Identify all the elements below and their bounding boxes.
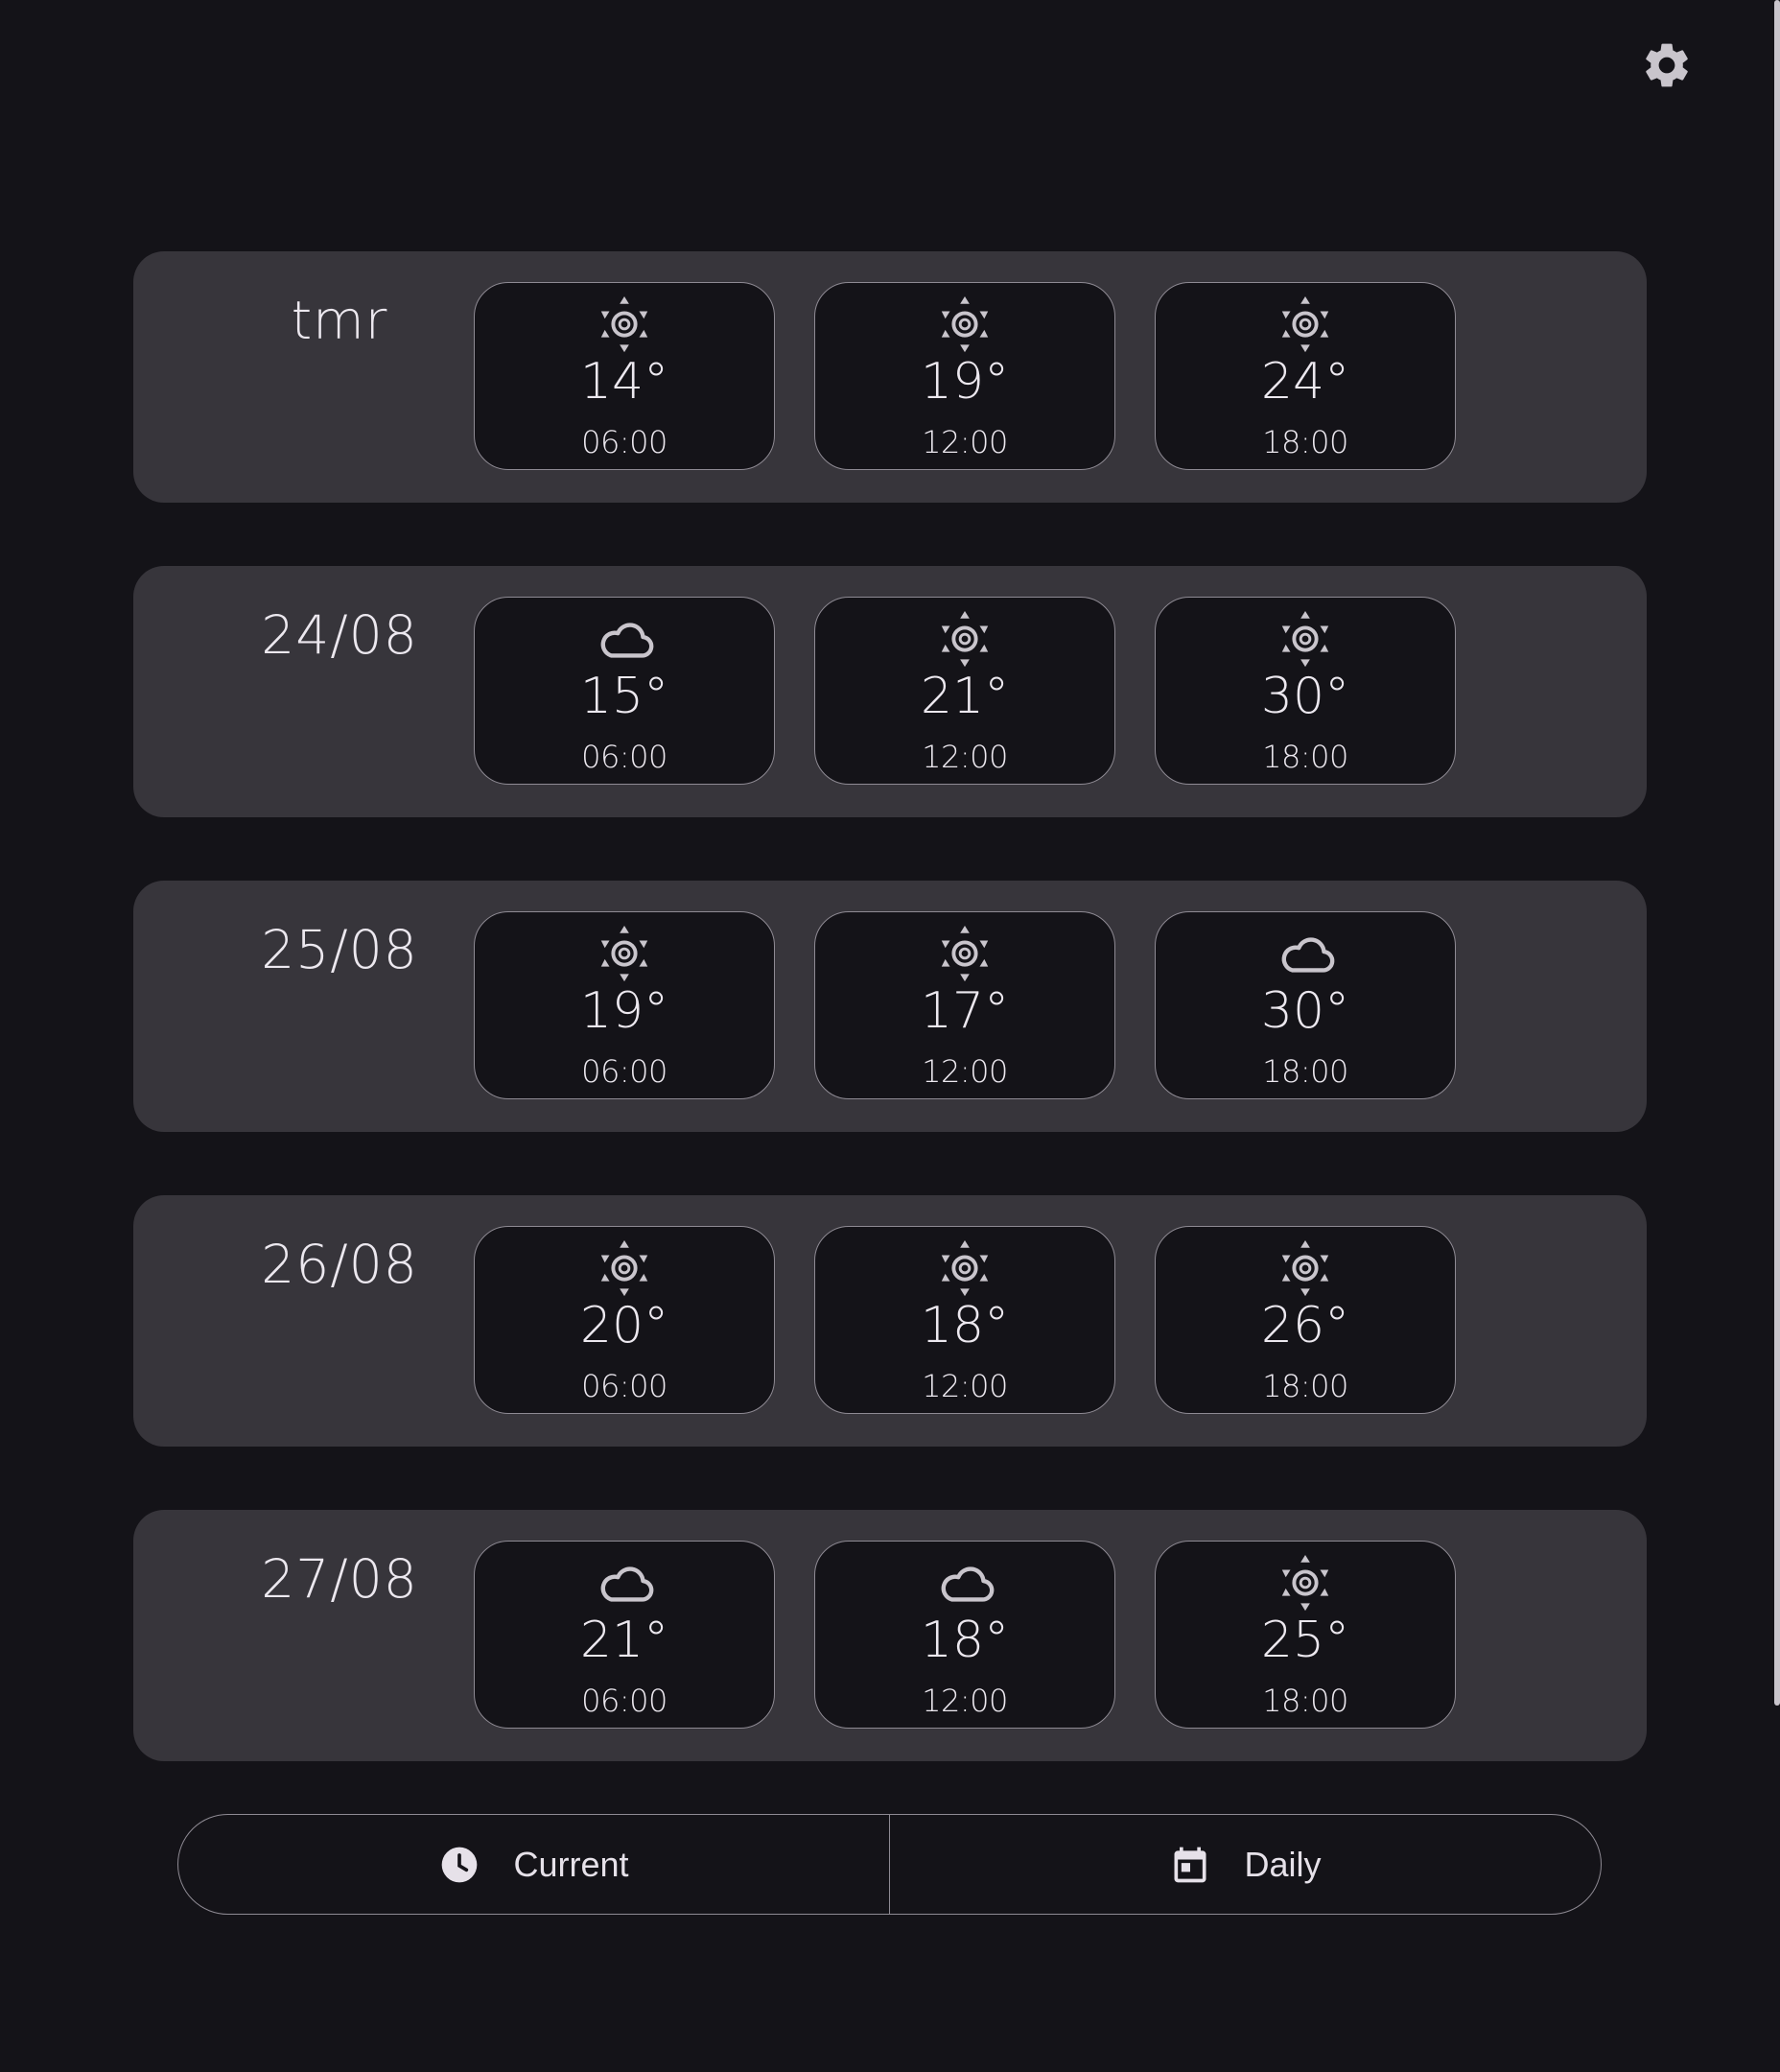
day-card: 24/08 15° 06:00 21° 12:00 30° 18:00 xyxy=(133,566,1647,817)
sun-icon xyxy=(595,924,654,983)
cloud-icon xyxy=(595,609,654,669)
temperature: 18° xyxy=(920,1612,1010,1669)
day-card: 25/08 19° 06:00 17° 12:00 30° 18:00 xyxy=(133,881,1647,1132)
day-card: tmr 14° 06:00 19° 12:00 24° 18:00 xyxy=(133,251,1647,503)
sun-icon xyxy=(935,1238,995,1298)
temperature: 24° xyxy=(1260,353,1350,411)
time-label: 18:00 xyxy=(1262,424,1348,460)
daily-button[interactable]: Daily xyxy=(889,1815,1601,1914)
sun-icon xyxy=(935,924,995,983)
time-label: 12:00 xyxy=(922,1683,1008,1719)
temperature: 26° xyxy=(1260,1297,1350,1354)
settings-button[interactable] xyxy=(1636,35,1698,96)
day-card: 26/08 20° 06:00 18° 12:00 26° 18:00 xyxy=(133,1195,1647,1447)
current-label: Current xyxy=(513,1844,629,1884)
sun-icon xyxy=(595,294,654,354)
forecast-slot: 21° 06:00 xyxy=(474,1541,775,1729)
forecast-slot: 18° 12:00 xyxy=(814,1226,1115,1414)
time-label: 06:00 xyxy=(581,424,668,460)
sun-icon xyxy=(1276,1553,1335,1613)
sun-icon xyxy=(595,1238,654,1298)
day-card: 27/08 21° 06:00 18° 12:00 25° 18:00 xyxy=(133,1510,1647,1761)
day-label: 25/08 xyxy=(261,919,418,980)
day-label: 24/08 xyxy=(261,604,418,666)
temperature: 14° xyxy=(579,353,669,411)
time-label: 18:00 xyxy=(1262,1053,1348,1090)
cloud-icon xyxy=(935,1553,995,1613)
time-label: 12:00 xyxy=(922,1368,1008,1404)
time-label: 12:00 xyxy=(922,424,1008,460)
time-label: 06:00 xyxy=(581,1683,668,1719)
scrollbar[interactable] xyxy=(1774,0,1780,1706)
temperature: 25° xyxy=(1260,1612,1350,1669)
temperature: 21° xyxy=(579,1612,669,1669)
forecast-slot: 24° 18:00 xyxy=(1155,282,1456,470)
forecast-slot: 18° 12:00 xyxy=(814,1541,1115,1729)
time-label: 12:00 xyxy=(922,1053,1008,1090)
time-label: 06:00 xyxy=(581,739,668,775)
time-label: 06:00 xyxy=(581,1053,668,1090)
sun-icon xyxy=(1276,294,1335,354)
sun-icon xyxy=(1276,1238,1335,1298)
sun-icon xyxy=(935,294,995,354)
forecast-slot: 19° 12:00 xyxy=(814,282,1115,470)
gear-icon xyxy=(1646,43,1688,87)
cloud-icon xyxy=(1276,924,1335,983)
day-label: 27/08 xyxy=(261,1548,418,1610)
temperature: 17° xyxy=(920,982,1010,1040)
forecast-slot: 26° 18:00 xyxy=(1155,1226,1456,1414)
temperature: 15° xyxy=(579,668,669,725)
clock-icon xyxy=(442,1847,478,1882)
day-label: 26/08 xyxy=(261,1234,418,1295)
calendar-icon xyxy=(1174,1847,1206,1882)
view-toggle: Current Daily xyxy=(177,1814,1602,1915)
sun-icon xyxy=(935,609,995,669)
temperature: 18° xyxy=(920,1297,1010,1354)
temperature: 30° xyxy=(1260,982,1350,1040)
weather-screen: tmr 14° 06:00 19° 12:00 24° 18:00 24/08 15° 06:00… xyxy=(0,0,1780,2072)
forecast-slot: 30° 18:00 xyxy=(1155,597,1456,785)
sun-icon xyxy=(1276,609,1335,669)
forecast-slot: 25° 18:00 xyxy=(1155,1541,1456,1729)
temperature: 19° xyxy=(920,353,1010,411)
current-button[interactable]: Current xyxy=(178,1815,889,1914)
forecast-slot: 30° 18:00 xyxy=(1155,911,1456,1099)
time-label: 12:00 xyxy=(922,739,1008,775)
time-label: 18:00 xyxy=(1262,1368,1348,1404)
time-label: 18:00 xyxy=(1262,739,1348,775)
forecast-slot: 19° 06:00 xyxy=(474,911,775,1099)
temperature: 30° xyxy=(1260,668,1350,725)
forecast-slot: 21° 12:00 xyxy=(814,597,1115,785)
forecast-slot: 20° 06:00 xyxy=(474,1226,775,1414)
time-label: 18:00 xyxy=(1262,1683,1348,1719)
forecast-slot: 14° 06:00 xyxy=(474,282,775,470)
day-label: tmr xyxy=(291,290,388,351)
temperature: 20° xyxy=(579,1297,669,1354)
cloud-icon xyxy=(595,1553,654,1613)
forecast-slot: 15° 06:00 xyxy=(474,597,775,785)
time-label: 06:00 xyxy=(581,1368,668,1404)
forecast-slot: 17° 12:00 xyxy=(814,911,1115,1099)
daily-label: Daily xyxy=(1244,1844,1322,1884)
temperature: 19° xyxy=(579,982,669,1040)
temperature: 21° xyxy=(920,668,1010,725)
